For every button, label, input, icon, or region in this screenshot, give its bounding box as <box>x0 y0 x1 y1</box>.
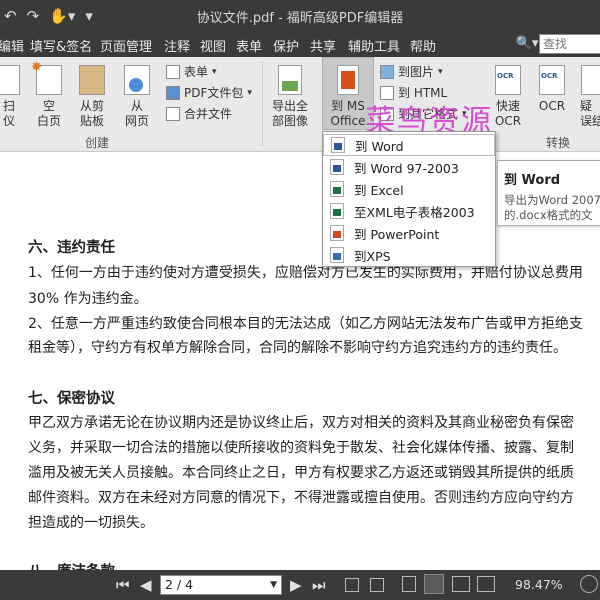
ms-office-dropdown-menu: 到 Word 到 Word 97-2003 到 Excel 至XML电子表格20… <box>322 131 496 267</box>
dropdown-item-to-powerpoint[interactable]: 到 PowerPoint <box>323 222 495 244</box>
form-button[interactable]: 表单 ▾ <box>166 63 217 80</box>
chevron-down-icon: ▾ <box>212 66 217 77</box>
webpage-icon <box>124 65 150 95</box>
paragraph-line: 1、任何一方由于违约使对方遭受损失，应赔偿对方已发生的实际费用，并赔付协议总费用 <box>28 265 583 281</box>
fit-page-icon[interactable] <box>345 578 359 592</box>
menu-accessibility[interactable]: 辅助工具 <box>348 36 400 55</box>
tooltip: 到 Word 导出为Word 2007 的.docx格式的文 <box>497 160 600 226</box>
export-all-images-button[interactable]: 导出全 部图像 <box>268 65 312 129</box>
paragraph-line: 甲乙双方承诺无论在协议期内还是协议终止后，双方对相关的资料及其商业秘密负有保密 <box>28 415 574 431</box>
blank-page-button[interactable]: ✸ 空 白页 <box>31 60 66 129</box>
menu-view[interactable]: 视图 <box>200 36 226 55</box>
excel-doc-icon <box>330 203 344 219</box>
scan-button[interactable]: 扫 仪 <box>0 65 22 129</box>
search-icon[interactable]: 🔍▾ <box>515 34 539 54</box>
export-images-icon <box>278 65 302 95</box>
paragraph-line: 2、任意一方严重违约致使合同根本目的无法达成（如乙方网站无法发布广告或甲方拒绝支 <box>28 316 583 332</box>
dropdown-item-to-excel[interactable]: 到 Excel <box>323 178 495 200</box>
clipboard-icon <box>79 65 105 95</box>
search-box: 🔍▾ <box>515 34 600 54</box>
quick-ocr-button[interactable]: OCR 快速 OCR <box>490 65 526 129</box>
dropdown-item-to-word-97-2003[interactable]: 到 Word 97-2003 <box>323 156 495 178</box>
previous-page-icon[interactable]: ◀ <box>140 576 152 594</box>
zoom-out-icon[interactable] <box>580 575 598 593</box>
dropdown-item-to-xps[interactable]: 到XPS <box>323 244 495 266</box>
ocr-button[interactable]: OCR OCR <box>536 65 568 114</box>
menu-help[interactable]: 帮助 <box>410 36 436 55</box>
suspect-icon <box>581 65 600 95</box>
paragraph-line: 义务，并采取一切合法的措施以使所接收的资料免于散发、社会化媒体传播、披露、复制 <box>28 440 574 456</box>
merge-files-button[interactable]: 合并文件 <box>166 105 232 122</box>
pdf-package-button[interactable]: PDF文件包 ▾ <box>166 84 252 101</box>
from-clipboard-button[interactable]: 从剪 贴板 <box>73 65 111 129</box>
chevron-down-icon[interactable]: ▼ <box>270 576 277 594</box>
word-doc-icon <box>330 159 344 175</box>
suspect-results-button[interactable]: 疑 误结 <box>580 65 600 129</box>
tooltip-description: 导出为Word 2007 的.docx格式的文 <box>504 193 600 222</box>
create-group-label: 创建 <box>85 136 110 150</box>
next-page-icon[interactable]: ▶ <box>290 576 302 594</box>
paragraph-line: 邮件资料。双方在未经对方同意的情况下，不得泄露或擅自使用。否则违约方应向守约方 <box>28 490 574 506</box>
menu-fill-sign[interactable]: 填写&签名 <box>30 36 92 55</box>
single-page-icon[interactable] <box>402 576 416 592</box>
menu-share[interactable]: 共享 <box>310 36 336 55</box>
menu-edit[interactable]: 编辑 <box>0 36 24 55</box>
first-page-icon[interactable]: ⏮ <box>116 576 130 594</box>
dropdown-item-to-xml-spreadsheet[interactable]: 至XML电子表格2003 <box>323 200 495 222</box>
form-icon <box>166 64 180 79</box>
zoom-level[interactable]: 98.47% <box>515 577 563 592</box>
chevron-down-icon: ▾ <box>247 87 252 98</box>
xps-doc-icon <box>330 247 344 263</box>
paragraph-line: 担造成的一切损失。 <box>28 515 154 531</box>
title-bar: ↶ ↷ ✋▾ ▾ 协议文件.pdf - 福昕高级PDF编辑器 <box>0 0 600 32</box>
office-icon <box>337 65 359 95</box>
menu-page-management[interactable]: 页面管理 <box>100 36 152 55</box>
paragraph-line: 租金等），守约方有权单方解除合同，合同的解除不影响守约方追究违约方的违约责任。 <box>28 340 567 356</box>
section-heading: 六、违约责任 <box>28 240 115 256</box>
package-icon <box>166 85 180 100</box>
paragraph-line: 滥用及被无关人员接触。本合同终止之日，甲方有权要求乙方返还或销毁其所提供的纸质 <box>28 465 574 481</box>
continuous-page-icon[interactable] <box>424 574 444 594</box>
section-heading: 七、保密协议 <box>28 391 115 407</box>
excel-doc-icon <box>330 181 344 197</box>
section-heading: 八、廉洁条款 <box>28 560 115 570</box>
fit-width-icon[interactable] <box>370 578 384 592</box>
blank-page-icon: ✸ <box>31 60 62 95</box>
chevron-down-icon: ▾ <box>438 66 443 77</box>
menu-bar: 编辑 填写&签名 页面管理 注释 视图 表单 保护 共享 辅助工具 帮助 🔍▾ <box>0 32 600 57</box>
facing-page-icon[interactable] <box>452 576 470 592</box>
continuous-facing-icon[interactable] <box>477 576 495 592</box>
last-page-icon[interactable]: ⏭ <box>312 576 326 594</box>
powerpoint-doc-icon <box>330 225 344 241</box>
dropdown-item-to-word[interactable]: 到 Word <box>323 134 495 156</box>
to-image-button[interactable]: 到图片 ▾ <box>380 63 443 80</box>
image-icon <box>380 64 394 79</box>
scanner-icon <box>0 65 20 95</box>
quick-ocr-icon: OCR <box>495 65 521 95</box>
menu-comment[interactable]: 注释 <box>164 36 190 55</box>
page-number-input[interactable]: 2 / 4 ▼ <box>160 575 282 595</box>
window-title: 协议文件.pdf - 福昕高级PDF编辑器 <box>196 11 404 26</box>
menu-form[interactable]: 表单 <box>236 36 262 55</box>
word-doc-icon <box>331 137 345 153</box>
convert-group-label: 转换 <box>546 136 571 150</box>
tooltip-title: 到 Word <box>504 173 561 188</box>
ocr-icon: OCR <box>539 65 565 95</box>
status-bar: ⏮ ◀ 2 / 4 ▼ ▶ ⏭ 98.47% <box>0 570 600 600</box>
ribbon-toolbar: 扫 仪 ✸ 空 白页 从剪 贴板 从 网页 表单 ▾ PDF文件包 ▾ 合并文件… <box>0 57 600 152</box>
paragraph-line: 30% 作为违约金。 <box>28 291 148 307</box>
search-input[interactable] <box>539 34 600 54</box>
ribbon-separator <box>262 61 263 147</box>
menu-protect[interactable]: 保护 <box>273 36 299 55</box>
from-webpage-button[interactable]: 从 网页 <box>120 65 154 129</box>
merge-icon <box>166 106 180 121</box>
